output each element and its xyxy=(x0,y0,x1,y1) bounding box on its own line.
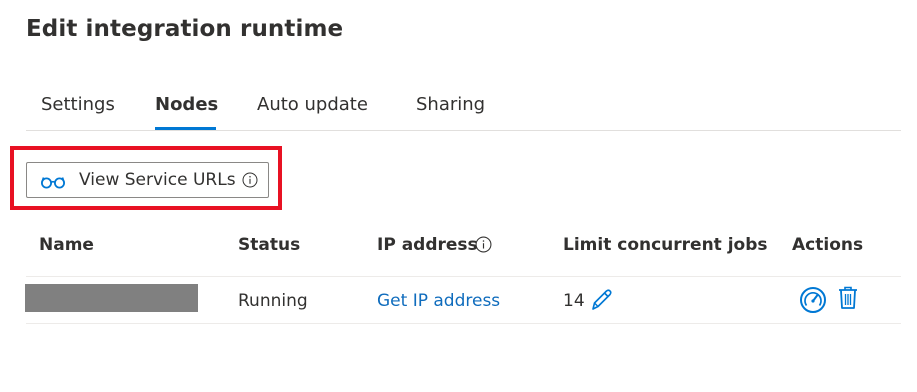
page-title: Edit integration runtime xyxy=(26,16,344,42)
info-icon[interactable] xyxy=(475,236,492,257)
view-service-urls-label: View Service URLs xyxy=(79,170,236,190)
trash-icon[interactable] xyxy=(837,285,859,315)
header-divider xyxy=(26,276,901,277)
glasses-icon xyxy=(40,174,66,193)
info-icon[interactable] xyxy=(242,172,258,192)
column-header-ip-address[interactable]: IP address xyxy=(377,235,478,255)
row-divider xyxy=(26,323,901,324)
column-header-limit-concurrent-jobs[interactable]: Limit concurrent jobs xyxy=(563,235,768,255)
get-ip-address-link[interactable]: Get IP address xyxy=(377,291,500,311)
column-header-status[interactable]: Status xyxy=(238,235,300,255)
status-cell: Running xyxy=(238,291,308,311)
limit-concurrent-jobs-value: 14 xyxy=(563,291,585,311)
pencil-icon[interactable] xyxy=(589,287,613,317)
tab-settings[interactable]: Settings xyxy=(41,94,115,115)
tab-auto-update[interactable]: Auto update xyxy=(257,94,368,115)
column-header-name[interactable]: Name xyxy=(39,235,94,255)
tab-nodes[interactable]: Nodes xyxy=(155,94,218,115)
node-name-redacted xyxy=(25,284,198,312)
gauge-icon[interactable] xyxy=(799,286,827,318)
active-tab-indicator xyxy=(155,127,216,130)
tab-sharing[interactable]: Sharing xyxy=(416,94,485,115)
tab-bar: Settings Nodes Auto update Sharing xyxy=(26,86,901,131)
column-header-actions: Actions xyxy=(792,235,864,255)
view-service-urls-button[interactable]: View Service URLs xyxy=(26,162,269,198)
